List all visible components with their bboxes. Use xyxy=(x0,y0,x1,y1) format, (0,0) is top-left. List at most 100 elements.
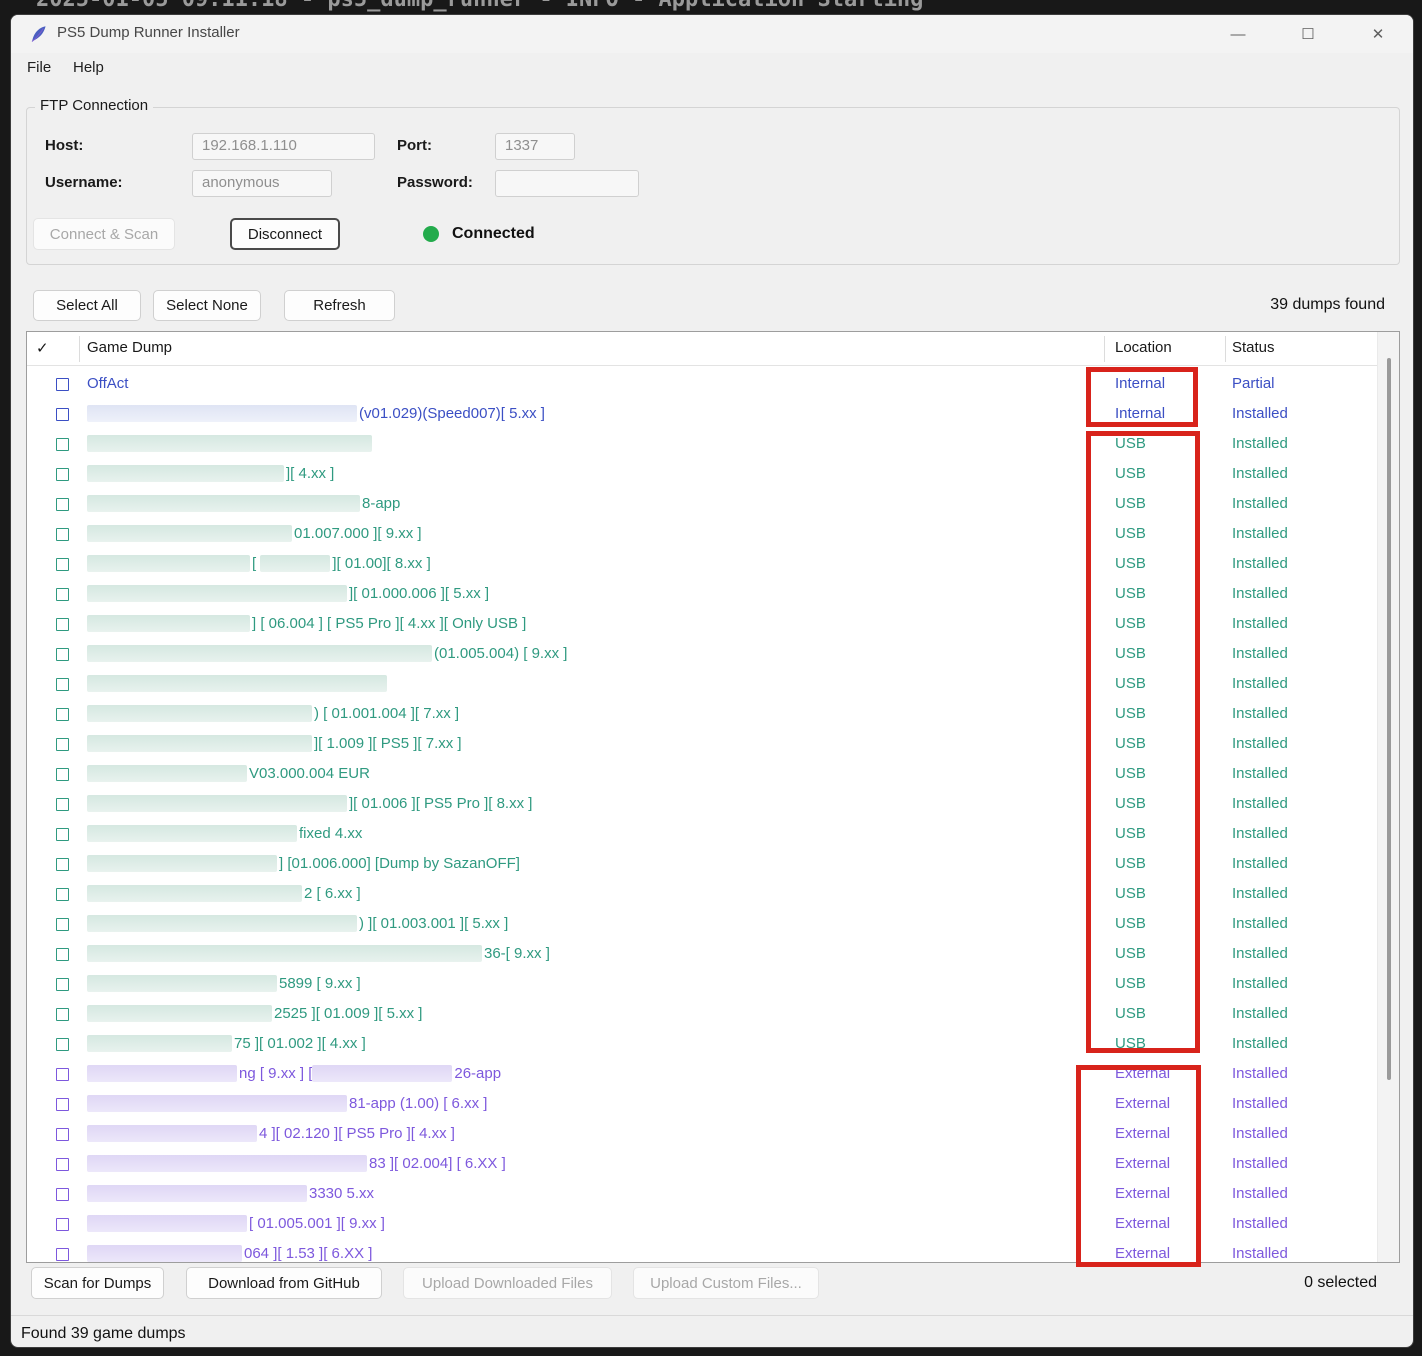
redacted-name-blur xyxy=(87,885,302,902)
redacted-name-blur xyxy=(87,1215,247,1232)
scan-for-dumps-button[interactable]: Scan for Dumps xyxy=(31,1267,164,1299)
row-checkbox[interactable] xyxy=(56,558,69,571)
row-checkbox[interactable] xyxy=(56,528,69,541)
row-checkbox[interactable] xyxy=(56,1068,69,1081)
redacted-name-blur xyxy=(87,915,357,932)
row-checkbox[interactable] xyxy=(56,648,69,661)
row-checkbox[interactable] xyxy=(56,708,69,721)
row-checkbox[interactable] xyxy=(56,378,69,391)
game-dump-name-text: ][ 01.000.006 ][ 5.xx ] xyxy=(349,585,489,602)
location-column-header[interactable]: Location xyxy=(1115,339,1172,356)
row-checkbox[interactable] xyxy=(56,888,69,901)
connected-status-dot xyxy=(423,226,439,242)
status-cell: Installed xyxy=(1232,729,1288,759)
row-checkbox[interactable] xyxy=(56,978,69,991)
redacted-name-blur xyxy=(87,975,277,992)
row-checkbox[interactable] xyxy=(56,618,69,631)
game-dump-name-text: 26-app xyxy=(454,1065,501,1082)
table-header[interactable]: ✓ Game Dump Location Status xyxy=(27,332,1379,366)
row-checkbox[interactable] xyxy=(56,678,69,691)
game-dump-name: ] [01.006.000] [Dump by SazanOFF] xyxy=(87,849,520,879)
table-scrollbar-track[interactable] xyxy=(1377,332,1399,1262)
row-checkbox[interactable] xyxy=(56,408,69,421)
port-input[interactable]: 1337 xyxy=(495,133,575,160)
row-checkbox[interactable] xyxy=(56,918,69,931)
status-cell: Installed xyxy=(1232,759,1288,789)
annotation-box-external xyxy=(1076,1065,1201,1267)
row-checkbox[interactable] xyxy=(56,798,69,811)
status-cell: Installed xyxy=(1232,969,1288,999)
check-column-header[interactable]: ✓ xyxy=(36,339,49,357)
menu-file[interactable]: File xyxy=(21,57,57,78)
row-checkbox[interactable] xyxy=(56,948,69,961)
row-checkbox[interactable] xyxy=(56,1158,69,1171)
redacted-name-blur xyxy=(87,945,482,962)
minimize-button[interactable]: — xyxy=(1203,15,1273,53)
disconnect-button[interactable]: Disconnect xyxy=(230,218,340,250)
maximize-button[interactable]: ☐ xyxy=(1273,15,1343,53)
row-checkbox[interactable] xyxy=(56,1038,69,1051)
game-dump-name-text: ) ][ 01.003.001 ][ 5.xx ] xyxy=(359,915,508,932)
game-dump-name: 01.007.000 ][ 9.xx ] xyxy=(87,519,422,549)
game-dump-name: V03.000.004 EUR xyxy=(87,759,370,789)
status-column-header[interactable]: Status xyxy=(1232,339,1275,356)
game-dump-name xyxy=(87,429,374,459)
row-checkbox[interactable] xyxy=(56,1008,69,1021)
row-checkbox[interactable] xyxy=(56,738,69,751)
upload-downloaded-files-button[interactable]: Upload Downloaded Files xyxy=(403,1267,612,1299)
row-checkbox[interactable] xyxy=(56,1248,69,1261)
game-dump-column-header[interactable]: Game Dump xyxy=(87,339,172,356)
table-scrollbar-thumb[interactable] xyxy=(1387,358,1391,1080)
redacted-name-blur xyxy=(87,675,387,692)
status-cell: Installed xyxy=(1232,939,1288,969)
host-input[interactable]: 192.168.1.110 xyxy=(192,133,375,160)
group-legend: FTP Connection xyxy=(35,97,153,114)
select-all-button[interactable]: Select All xyxy=(33,290,141,321)
upload-custom-files-button[interactable]: Upload Custom Files... xyxy=(633,1267,819,1299)
menu-help[interactable]: Help xyxy=(67,57,110,78)
redacted-name-blur xyxy=(312,1065,452,1082)
game-dump-name: 36-[ 9.xx ] xyxy=(87,939,550,969)
game-dump-name-text: ng [ 9.xx ] [ xyxy=(239,1065,312,1082)
username-input[interactable]: anonymous xyxy=(192,170,332,197)
game-dump-name: ] [ 06.004 ] [ PS5 Pro ][ 4.xx ][ Only U… xyxy=(87,609,526,639)
game-dump-name-text: [ xyxy=(252,555,260,572)
row-checkbox[interactable] xyxy=(56,468,69,481)
game-dump-name-text: 3330 5.xx xyxy=(309,1185,374,1202)
redacted-name-blur xyxy=(87,1095,347,1112)
row-checkbox[interactable] xyxy=(56,1128,69,1141)
row-checkbox[interactable] xyxy=(56,858,69,871)
row-checkbox[interactable] xyxy=(56,588,69,601)
annotation-box-internal xyxy=(1086,367,1198,427)
status-cell: Installed xyxy=(1232,1119,1288,1149)
select-none-button[interactable]: Select None xyxy=(153,290,261,321)
redacted-name-blur xyxy=(87,645,432,662)
close-button[interactable]: ✕ xyxy=(1343,15,1413,53)
row-checkbox[interactable] xyxy=(56,768,69,781)
game-dump-name-text: 2 [ 6.xx ] xyxy=(304,885,361,902)
status-cell: Installed xyxy=(1232,999,1288,1029)
connect-scan-button[interactable]: Connect & Scan xyxy=(33,218,175,250)
status-cell: Installed xyxy=(1232,849,1288,879)
redacted-name-blur xyxy=(87,1065,237,1082)
row-checkbox[interactable] xyxy=(56,1098,69,1111)
game-dump-name-text: [ 01.005.001 ][ 9.xx ] xyxy=(249,1215,385,1232)
redacted-name-blur xyxy=(260,555,330,572)
status-cell: Installed xyxy=(1232,1179,1288,1209)
redacted-name-blur xyxy=(87,1035,232,1052)
status-cell: Installed xyxy=(1232,1089,1288,1119)
game-dump-name-text: ] [01.006.000] [Dump by SazanOFF] xyxy=(279,855,520,872)
row-checkbox[interactable] xyxy=(56,828,69,841)
row-checkbox[interactable] xyxy=(56,438,69,451)
download-from-github-button[interactable]: Download from GitHub xyxy=(186,1267,382,1299)
background-terminal-line: 2025-01-05 09:11:18 - ps5_dump_runner - … xyxy=(0,0,1422,14)
game-dump-name: 75 ][ 01.002 ][ 4.xx ] xyxy=(87,1029,366,1059)
row-checkbox[interactable] xyxy=(56,1188,69,1201)
refresh-button[interactable]: Refresh xyxy=(284,290,395,321)
password-input[interactable] xyxy=(495,170,639,197)
game-dump-name: 3330 5.xx xyxy=(87,1179,374,1209)
game-dump-name-text: OffAct xyxy=(87,375,128,392)
row-checkbox[interactable] xyxy=(56,1218,69,1231)
row-checkbox[interactable] xyxy=(56,498,69,511)
title-bar[interactable]: PS5 Dump Runner Installer — ☐ ✕ xyxy=(11,15,1413,53)
